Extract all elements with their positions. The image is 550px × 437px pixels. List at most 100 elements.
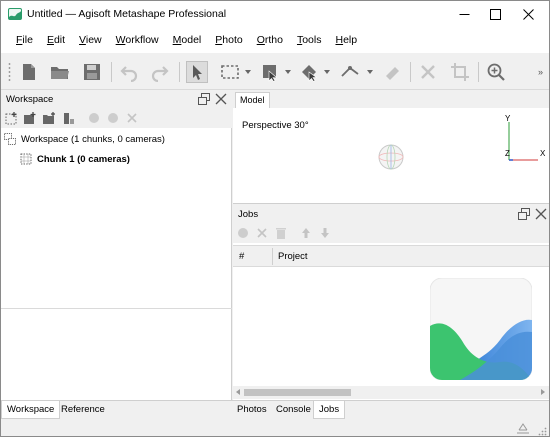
tree-item-chunk[interactable]: Chunk 1 (0 cameras) [20, 150, 130, 168]
zoom-button[interactable] [485, 61, 507, 83]
save-button[interactable] [81, 61, 103, 83]
chunk-tree-label: Chunk 1 (0 cameras) [37, 153, 130, 165]
trackball-icon[interactable] [376, 142, 406, 172]
draw-polyline-button[interactable] [339, 61, 361, 83]
tree-item-workspace[interactable]: Workspace (1 chunks, 0 cameras) [4, 130, 165, 148]
resize-grip-icon[interactable] [537, 426, 547, 436]
undock-icon[interactable] [518, 208, 530, 220]
chevron-down-icon[interactable] [324, 70, 330, 74]
crop-button[interactable] [449, 61, 471, 83]
status-bar [1, 419, 549, 436]
tab-photos[interactable]: Photos [232, 401, 272, 419]
shape-selection-button[interactable] [298, 61, 320, 83]
minimize-button[interactable] [447, 1, 481, 27]
tab-jobs[interactable]: Jobs [313, 401, 346, 419]
toolbar-separator [478, 62, 479, 82]
menu-photo[interactable]: Photo [208, 28, 249, 53]
toolbar-separator [410, 62, 411, 82]
column-header-project[interactable]: Project [278, 246, 308, 267]
menu-ortho[interactable]: Ortho [250, 28, 290, 53]
pane-divider [1, 308, 232, 309]
chevron-down-icon[interactable] [367, 70, 373, 74]
redo-button[interactable] [149, 61, 171, 83]
column-header-number[interactable]: # [239, 246, 244, 267]
rectangle-selection-button[interactable] [219, 61, 241, 83]
navigation-arrow-icon [193, 65, 202, 80]
zoom-icon [487, 63, 505, 81]
toolbar-grip-icon[interactable] [8, 61, 11, 83]
scroll-right-icon[interactable] [541, 389, 545, 395]
undock-icon[interactable] [198, 93, 210, 105]
disable-camera-icon[interactable] [106, 111, 120, 125]
scrollbar-thumb[interactable] [244, 389, 351, 396]
projection-label: Perspective 30° [242, 120, 309, 131]
eraser-button[interactable] [381, 61, 403, 83]
undo-button[interactable] [118, 61, 140, 83]
menu-file[interactable]: File [9, 28, 40, 53]
tab-console[interactable]: Console [271, 401, 316, 419]
open-button[interactable] [49, 61, 71, 83]
workspace-tree-label: Workspace (1 chunks, 0 cameras) [21, 133, 165, 145]
crop-icon [451, 63, 469, 81]
horizontal-scrollbar[interactable] [233, 386, 549, 399]
menu-bar: File Edit View Workflow Model Photo Orth… [1, 28, 549, 53]
menu-model[interactable]: Model [166, 28, 209, 53]
workspace-toolbar [1, 108, 232, 128]
draw-polyline-icon [341, 66, 359, 77]
model-tab-bar: Model [233, 90, 549, 108]
metashape-logo-icon [8, 8, 22, 20]
tab-model[interactable]: Model [235, 92, 270, 108]
redo-icon [151, 66, 169, 82]
axis-x-label: X [540, 149, 546, 158]
minimize-icon [459, 13, 469, 15]
new-document-icon [23, 64, 35, 80]
workspace-title: Workspace [6, 93, 54, 105]
tab-workspace[interactable]: Workspace [1, 401, 61, 419]
model-selection-button[interactable] [259, 61, 281, 83]
metashape-watermark-icon [430, 278, 532, 380]
column-separator[interactable] [272, 248, 273, 265]
add-folder-icon[interactable] [42, 111, 56, 125]
menu-view[interactable]: View [72, 28, 109, 53]
toolbar-overflow-button[interactable]: » [538, 67, 543, 77]
remove-icon[interactable] [125, 111, 139, 125]
new-document-button[interactable] [18, 61, 40, 83]
model-viewport[interactable]: Perspective 30° Y Z X [233, 108, 549, 204]
menu-help[interactable]: Help [328, 28, 364, 53]
shape-selection-icon [302, 65, 318, 82]
chevron-down-icon[interactable] [245, 70, 251, 74]
jobs-table-header: # Project [233, 245, 549, 267]
close-pane-icon[interactable] [215, 93, 227, 105]
rectangle-selection-icon [221, 65, 239, 79]
move-up-icon[interactable] [299, 226, 313, 240]
application-window: Untitled — Agisoft Metashape Professiona… [0, 0, 550, 437]
menu-edit[interactable]: Edit [40, 28, 72, 53]
menu-workflow[interactable]: Workflow [109, 28, 166, 53]
menu-tools[interactable]: Tools [290, 28, 329, 53]
axes-gizmo-icon [508, 122, 538, 161]
status-indicator-icon [517, 423, 529, 434]
add-photos-icon[interactable] [23, 111, 37, 125]
remove-items-icon[interactable] [61, 111, 75, 125]
scroll-left-icon[interactable] [236, 389, 240, 395]
enable-camera-icon[interactable] [87, 111, 101, 125]
move-down-icon[interactable] [318, 226, 332, 240]
close-pane-icon[interactable] [535, 208, 547, 220]
maximize-button[interactable] [478, 1, 512, 27]
cancel-job-icon[interactable] [255, 226, 269, 240]
trash-icon[interactable] [274, 226, 288, 240]
tab-reference[interactable]: Reference [56, 401, 110, 419]
add-chunk-icon[interactable] [5, 111, 19, 125]
model-selection-icon [263, 65, 278, 82]
jobs-header: Jobs [233, 205, 549, 223]
chevron-down-icon[interactable] [285, 70, 291, 74]
navigation-button[interactable] [186, 61, 208, 83]
window-title: Untitled — Agisoft Metashape Professiona… [27, 8, 227, 20]
delete-button[interactable] [417, 61, 439, 83]
workspace-header: Workspace [1, 90, 232, 108]
jobs-pane: Jobs # Project [233, 205, 549, 400]
close-button[interactable] [511, 1, 545, 27]
toolbar-separator [179, 62, 180, 82]
start-job-icon[interactable] [236, 226, 250, 240]
delete-icon [421, 65, 435, 79]
